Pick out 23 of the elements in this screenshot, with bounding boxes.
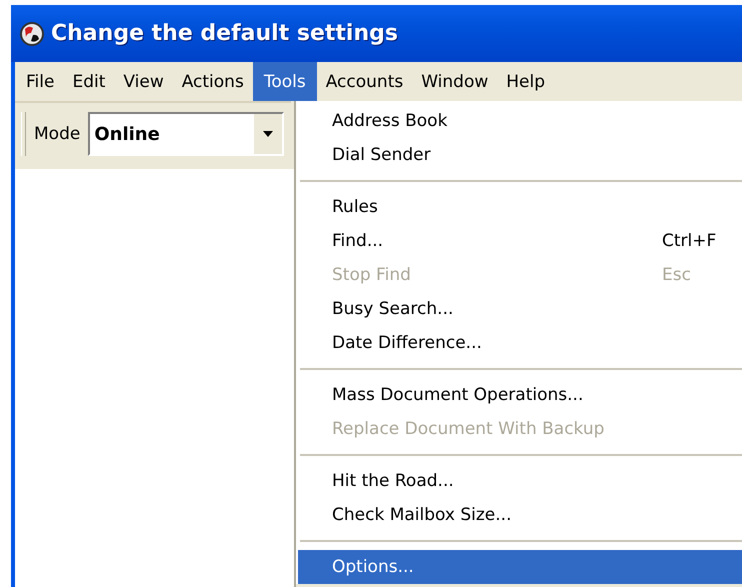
- menu-bar-item[interactable]: Accounts: [316, 62, 412, 101]
- menu-item[interactable]: Find... Ctrl+F: [296, 224, 742, 258]
- menu-bar-item[interactable]: View: [114, 62, 173, 101]
- window-title: Change the default settings: [51, 21, 398, 46]
- menu-bar-item[interactable]: Tools: [252, 62, 317, 101]
- menu-item[interactable]: Hit the Road...: [296, 464, 742, 498]
- menu-item[interactable]: Options...: [298, 550, 742, 584]
- menu-bar-item[interactable]: Actions: [172, 62, 253, 101]
- menu-item[interactable]: Date Difference...: [296, 326, 742, 360]
- menu-item[interactable]: Rules: [296, 190, 742, 224]
- menu-item[interactable]: Mass Document Operations...: [296, 378, 742, 412]
- menu-item[interactable]: Address Book: [296, 104, 742, 138]
- globe-icon: [19, 20, 45, 46]
- caret-icon: [263, 131, 274, 137]
- menu-item[interactable]: Check Mailbox Size...: [296, 498, 742, 532]
- menu-item[interactable]: Busy Search...: [296, 292, 742, 326]
- menu-bar-item[interactable]: Help: [497, 62, 554, 101]
- menu-bar-item[interactable]: File: [17, 62, 64, 101]
- mode-label: Mode: [34, 124, 80, 144]
- menu-bar-item[interactable]: Window: [412, 62, 498, 101]
- menu-bar-item[interactable]: Edit: [63, 62, 114, 101]
- mode-dropdown[interactable]: Online: [88, 112, 284, 156]
- menu-item[interactable]: Dial Sender: [296, 138, 742, 172]
